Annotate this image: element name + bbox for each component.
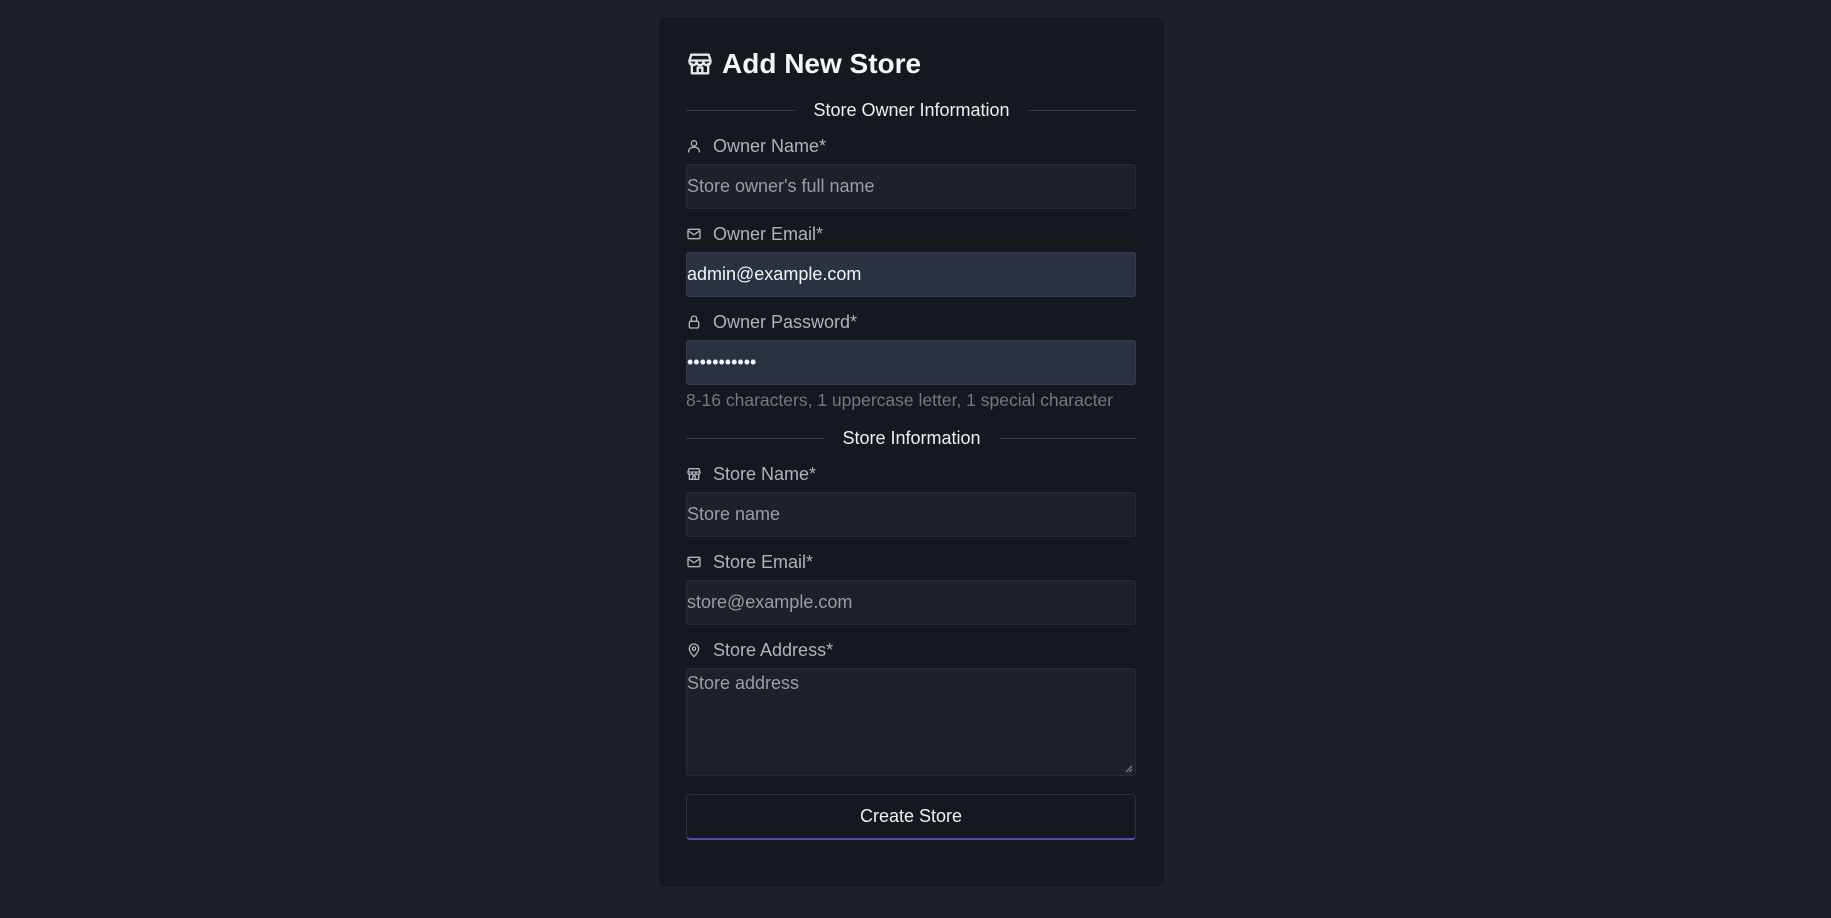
map-pin-icon: [688, 643, 700, 658]
divider-line: [998, 437, 1138, 439]
add-store-card: Add New Store Store Owner Information Ow…: [659, 17, 1164, 887]
store-section-title: Store Information: [842, 427, 981, 448]
mail-icon: [687, 228, 701, 240]
divider-line: [686, 109, 796, 111]
owner-section-divider: Store Owner Information: [686, 99, 1137, 121]
user-icon: [688, 140, 700, 153]
store-icon: [688, 53, 712, 75]
store-address-field: Store Address* Store address: [686, 639, 1137, 776]
store-email-field: Store Email* store@example.com: [686, 551, 1137, 625]
owner-email-input[interactable]: admin@example.com: [686, 252, 1136, 297]
owner-password-field: Owner Password* ••••••••••• 8-16 charact…: [686, 311, 1137, 411]
divider-line: [1027, 109, 1137, 111]
divider-line: [686, 437, 825, 439]
password-hint: 8-16 characters, 1 uppercase letter, 1 s…: [686, 390, 1114, 410]
store-name-field: Store Name* Store name: [686, 463, 1137, 537]
store-address-textarea[interactable]: Store address: [686, 668, 1136, 776]
store-section-divider: Store Information: [686, 427, 1138, 449]
store-icon: [687, 468, 701, 480]
owner-email-label: Owner Email*: [713, 223, 824, 244]
owner-name-input[interactable]: Store owner's full name: [686, 164, 1136, 209]
page-title: Add New Store: [722, 48, 922, 79]
store-name-label: Store Name*: [713, 463, 817, 484]
owner-email-field: Owner Email* admin@example.com: [686, 223, 1137, 297]
owner-password-label: Owner Password*: [713, 311, 858, 332]
store-email-label: Store Email*: [713, 551, 814, 572]
owner-name-field: Owner Name* Store owner's full name: [686, 135, 1137, 209]
owner-password-input[interactable]: •••••••••••: [686, 340, 1136, 385]
lock-icon: [688, 315, 700, 329]
resize-grip-icon[interactable]: [1125, 765, 1133, 773]
owner-section-title: Store Owner Information: [813, 99, 1010, 120]
store-name-input[interactable]: Store name: [686, 492, 1136, 537]
store-address-placeholder: Store address: [687, 673, 800, 693]
mail-icon: [687, 556, 701, 568]
owner-name-label: Owner Name*: [713, 135, 827, 156]
store-email-input[interactable]: store@example.com: [686, 580, 1136, 625]
form-header: Add New Store: [686, 47, 1137, 81]
create-store-button[interactable]: Create Store: [686, 794, 1136, 840]
store-address-label: Store Address*: [713, 639, 834, 660]
